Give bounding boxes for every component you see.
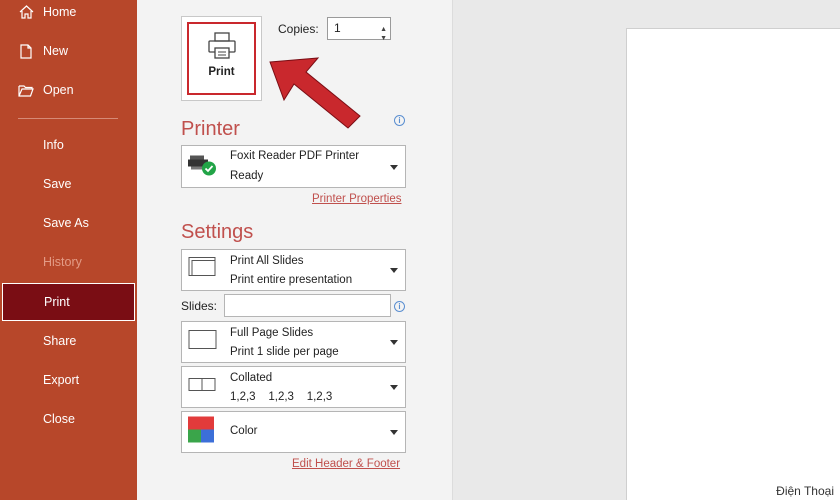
chevron-down-icon (390, 430, 398, 435)
nav-export-label: Export (43, 373, 80, 387)
backstage-sidebar: Home New Open Info Save Save As History … (0, 0, 137, 500)
nav-export[interactable]: Export (0, 363, 137, 397)
info-icon[interactable]: i (394, 301, 405, 312)
printer-status: Ready (230, 170, 264, 182)
copies-value: 1 (334, 21, 341, 35)
chevron-down-icon (390, 385, 398, 390)
slides-input[interactable] (224, 294, 391, 317)
nav-close[interactable]: Close (0, 402, 137, 436)
printer-section-title: Printer (181, 118, 240, 140)
nav-new-label: New (43, 44, 69, 58)
color-dropdown[interactable]: Color (181, 411, 406, 453)
collated-pages-icon (188, 378, 218, 397)
nav-history-label: History (43, 255, 82, 269)
red-arrow-annotation (269, 57, 361, 129)
nav-home-label: Home (43, 5, 77, 19)
sidebar-divider (18, 118, 118, 119)
info-icon[interactable]: i (394, 115, 405, 126)
edit-header-footer-link[interactable]: Edit Header & Footer (292, 458, 400, 470)
nav-open-label: Open (43, 83, 74, 97)
nav-save[interactable]: Save (0, 167, 137, 201)
settings-section-title: Settings (181, 221, 254, 243)
nav-home[interactable]: Home (0, 0, 137, 29)
spin-down-icon[interactable]: ▼ (380, 28, 387, 49)
chevron-down-icon (390, 268, 398, 273)
print-preview-area: Điện Thoại (452, 0, 840, 500)
printer-ready-icon (188, 151, 218, 182)
printer-icon (207, 32, 236, 59)
printer-properties-link[interactable]: Printer Properties (312, 193, 401, 205)
slide-range-title: Print All Slides (230, 255, 304, 267)
home-icon (18, 4, 34, 20)
printer-name: Foxit Reader PDF Printer (230, 150, 360, 162)
print-button[interactable]: Print (181, 16, 262, 101)
nav-share-label: Share (43, 334, 77, 348)
open-folder-icon (18, 82, 34, 98)
copies-label: Copies: (278, 22, 319, 36)
nav-share[interactable]: Share (0, 324, 137, 358)
preview-page (626, 28, 840, 500)
nav-open[interactable]: Open (0, 73, 137, 107)
full-page-slide-icon (188, 329, 218, 356)
color-title: Color (230, 425, 258, 437)
chevron-down-icon (390, 340, 398, 345)
slide-range-dropdown[interactable]: Print All Slides Print entire presentati… (181, 249, 406, 291)
nav-history: History (0, 245, 137, 279)
slides-stack-icon (188, 257, 218, 284)
layout-subtitle: Print 1 slide per page (230, 346, 339, 358)
layout-title: Full Page Slides (230, 327, 314, 339)
new-document-icon (18, 43, 34, 59)
layout-dropdown[interactable]: Full Page Slides Print 1 slide per page (181, 321, 406, 363)
collation-dropdown[interactable]: Collated 1,2,3 1,2,3 1,2,3 (181, 366, 406, 408)
nav-save-as[interactable]: Save As (0, 206, 137, 240)
chevron-down-icon (390, 164, 398, 170)
nav-new[interactable]: New (0, 34, 137, 68)
nav-print-label: Print (44, 295, 70, 309)
slide-range-subtitle: Print entire presentation (230, 274, 353, 286)
nav-close-label: Close (43, 412, 75, 426)
printer-dropdown[interactable]: Foxit Reader PDF Printer Ready (181, 145, 406, 188)
nav-save-label: Save (43, 177, 72, 191)
nav-info[interactable]: Info (0, 128, 137, 162)
print-button-highlight: Print (187, 22, 256, 95)
copies-stepper[interactable]: 1 ▲ ▼ (327, 17, 391, 42)
nav-save-as-label: Save As (43, 216, 89, 230)
watermark-text: Điện Thoại (776, 484, 834, 498)
nav-print[interactable]: Print (2, 283, 135, 321)
slides-label: Slides: (181, 299, 218, 313)
collation-title: Collated (230, 372, 273, 384)
color-swatch-icon (188, 416, 214, 448)
collation-subtitle: 1,2,3 1,2,3 1,2,3 (230, 391, 333, 403)
print-button-label: Print (208, 66, 235, 78)
nav-info-label: Info (43, 138, 64, 152)
